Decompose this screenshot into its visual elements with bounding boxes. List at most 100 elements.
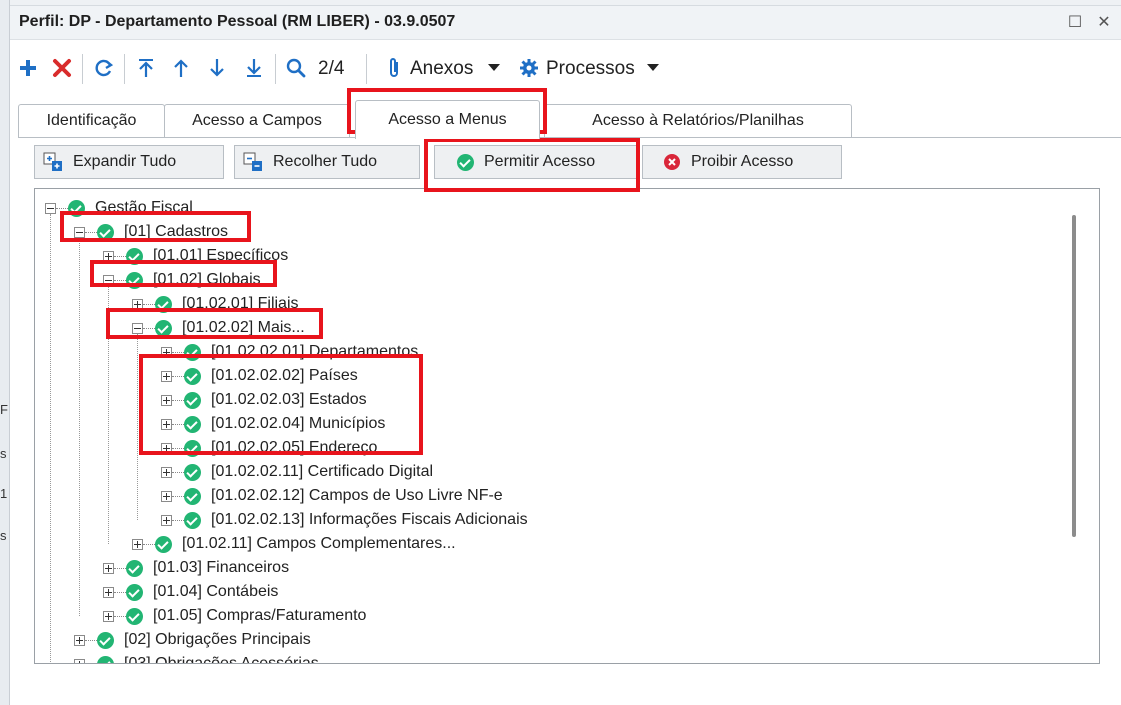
check-circle-icon[interactable]: [184, 415, 201, 433]
tree-node[interactable]: [01.04] Contábeis: [103, 581, 278, 603]
collapse-all-icon: [243, 152, 262, 171]
check-circle-icon[interactable]: [126, 247, 143, 265]
expand-node-icon[interactable]: [161, 346, 172, 358]
collapse-all-button[interactable]: Recolher Tudo: [234, 145, 420, 179]
tree-node-label: [01.02.02.01] Departamentos: [211, 343, 419, 360]
expand-node-icon[interactable]: [161, 394, 172, 406]
tree-node[interactable]: Gestão Fiscal: [45, 197, 193, 219]
tree-node[interactable]: [01.02.01] Filiais: [132, 293, 299, 315]
tree-node[interactable]: [01.01] Específicos: [103, 245, 288, 267]
check-circle-icon[interactable]: [97, 655, 114, 663]
tab-acesso-campos[interactable]: Acesso a Campos: [164, 104, 350, 138]
tree-node-label: [01.02.02.04] Municípios: [211, 415, 386, 432]
check-circle-icon[interactable]: [184, 463, 201, 481]
strip-fragment: F: [0, 402, 8, 417]
tree-node[interactable]: [01.05] Compras/Faturamento: [103, 605, 366, 627]
check-circle-icon[interactable]: [126, 271, 143, 289]
chevron-down-icon[interactable]: [488, 64, 500, 71]
collapse-all-label: Recolher Tudo: [273, 153, 378, 170]
check-circle-icon[interactable]: [68, 199, 85, 217]
tree-node[interactable]: [01.02.02.03] Estados: [161, 389, 367, 411]
collapse-node-icon[interactable]: [74, 226, 85, 238]
expand-node-icon[interactable]: [161, 370, 172, 382]
expand-all-button[interactable]: Expandir Tudo: [34, 145, 224, 179]
gear-icon[interactable]: [515, 54, 543, 82]
check-circle-icon[interactable]: [126, 559, 143, 577]
tree-connector: [143, 543, 155, 545]
processes-menu[interactable]: Processos: [546, 58, 635, 80]
expand-node-icon[interactable]: [161, 418, 172, 430]
tree-node[interactable]: [01.02.02.02] Países: [161, 365, 358, 387]
expand-node-icon[interactable]: [74, 634, 85, 646]
deny-circle-icon: [664, 154, 680, 170]
chevron-down-icon[interactable]: [647, 64, 659, 71]
expand-node-icon[interactable]: [161, 442, 172, 454]
tree-node[interactable]: [01.02.11] Campos Complementares...: [132, 533, 456, 555]
last-record-icon[interactable]: [240, 54, 268, 82]
collapse-node-icon[interactable]: [132, 322, 143, 334]
check-circle-icon[interactable]: [155, 295, 172, 313]
previous-record-icon[interactable]: [167, 54, 195, 82]
tree-connector: [172, 471, 184, 473]
check-circle-icon[interactable]: [184, 511, 201, 529]
tree-node-label: [01.02.02] Mais...: [182, 319, 305, 336]
check-circle-icon[interactable]: [184, 343, 201, 361]
next-record-icon[interactable]: [203, 54, 231, 82]
check-circle-icon[interactable]: [184, 391, 201, 409]
tab-identificacao[interactable]: Identificação: [18, 104, 165, 138]
check-circle-icon[interactable]: [184, 439, 201, 457]
collapse-node-icon[interactable]: [103, 274, 114, 286]
check-circle-icon[interactable]: [126, 583, 143, 601]
tree-node-label: [01.02.11] Campos Complementares...: [182, 535, 456, 552]
tree-node[interactable]: [01.02.02] Mais...: [132, 317, 305, 339]
attachments-menu[interactable]: Anexos: [410, 58, 473, 80]
collapse-node-icon[interactable]: [45, 202, 56, 214]
paperclip-icon[interactable]: [380, 54, 408, 82]
tree-node[interactable]: [01.02] Globais: [103, 269, 261, 291]
tree-node-label: [01.04] Contábeis: [153, 583, 279, 600]
tree-node[interactable]: [01] Cadastros: [74, 221, 228, 243]
expand-node-icon[interactable]: [103, 562, 114, 574]
tree-node[interactable]: [01.03] Financeiros: [103, 557, 289, 579]
expand-node-icon[interactable]: [161, 490, 172, 502]
tree-node[interactable]: [01.02.02.12] Campos de Uso Livre NF-e: [161, 485, 503, 507]
expand-node-icon[interactable]: [132, 298, 143, 310]
allow-access-label: Permitir Acesso: [484, 153, 596, 170]
tree-node[interactable]: [01.02.02.04] Municípios: [161, 413, 385, 435]
tab-acesso-relatorios[interactable]: Acesso à Relatórios/Planilhas: [544, 104, 852, 138]
tree-node[interactable]: [01.02.02.01] Departamentos: [161, 341, 418, 363]
allow-access-button[interactable]: Permitir Acesso: [434, 145, 640, 179]
expand-node-icon[interactable]: [103, 610, 114, 622]
expand-node-icon[interactable]: [161, 466, 172, 478]
deny-access-button[interactable]: Proibir Acesso: [642, 145, 842, 179]
check-circle-icon[interactable]: [126, 607, 143, 625]
expand-node-icon[interactable]: [103, 586, 114, 598]
tree-node[interactable]: [02] Obrigações Principais: [74, 629, 311, 651]
check-circle-icon[interactable]: [184, 487, 201, 505]
tree-node[interactable]: [01.02.02.05] Endereço: [161, 437, 377, 459]
tree-node[interactable]: [03] Obrigações Acessórias: [74, 653, 319, 665]
tree-node[interactable]: [01.02.02.13] Informações Fiscais Adicio…: [161, 509, 528, 531]
check-circle-icon[interactable]: [155, 319, 172, 337]
check-circle-icon[interactable]: [97, 223, 114, 241]
tab-acesso-menus[interactable]: Acesso a Menus: [355, 100, 540, 139]
expand-node-icon[interactable]: [74, 658, 85, 663]
delete-icon[interactable]: [48, 54, 76, 82]
check-circle-icon[interactable]: [97, 631, 114, 649]
tree-connector: [85, 664, 97, 665]
maximize-button[interactable]: ☐: [1064, 12, 1086, 34]
refresh-icon[interactable]: [90, 54, 118, 82]
expand-node-icon[interactable]: [132, 538, 143, 550]
tree-node[interactable]: [01.02.02.11] Certificado Digital: [161, 461, 433, 483]
add-icon[interactable]: [14, 54, 42, 82]
close-button[interactable]: ✕: [1093, 12, 1115, 34]
check-circle-icon[interactable]: [155, 535, 172, 553]
first-record-icon[interactable]: [132, 54, 160, 82]
expand-node-icon[interactable]: [103, 250, 114, 262]
tab-panel-border: [18, 137, 1121, 138]
search-icon[interactable]: [282, 54, 310, 82]
check-circle-icon[interactable]: [184, 367, 201, 385]
expand-node-icon[interactable]: [161, 514, 172, 526]
tree-node-label: [01.05] Compras/Faturamento: [153, 607, 367, 624]
vertical-scrollbar[interactable]: [1072, 215, 1076, 537]
